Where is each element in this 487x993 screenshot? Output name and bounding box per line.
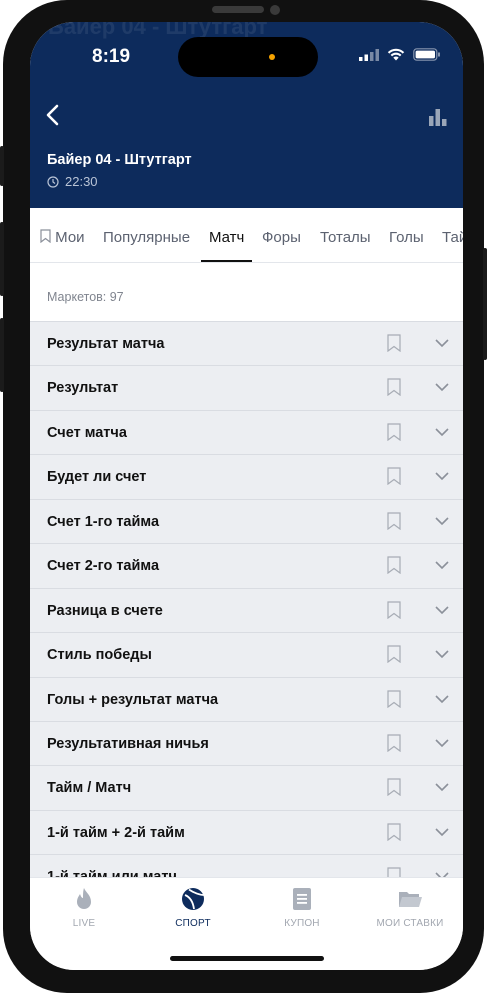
chevron-down-icon[interactable] bbox=[435, 649, 449, 659]
market-row-label: Результат bbox=[47, 380, 119, 396]
chevron-down-icon[interactable] bbox=[435, 382, 449, 392]
battery-icon bbox=[413, 48, 440, 61]
market-row-label: Результат матча bbox=[47, 336, 165, 352]
chevron-down-icon[interactable] bbox=[435, 827, 449, 837]
market-row[interactable]: Разница в счете bbox=[30, 588, 463, 633]
tab-halves[interactable]: Тай bbox=[442, 208, 463, 262]
market-tabs: Мои Популярные Матч Форы Тоталы Голы Тай bbox=[30, 208, 463, 263]
cellular-signal-icon bbox=[359, 48, 379, 61]
market-row[interactable]: Голы + результат матча bbox=[30, 677, 463, 722]
market-row[interactable]: Тайм / Матч bbox=[30, 765, 463, 810]
chevron-down-icon[interactable] bbox=[435, 605, 449, 615]
chevron-down-icon[interactable] bbox=[435, 516, 449, 526]
chevron-down-icon[interactable] bbox=[435, 427, 449, 437]
bookmark-icon[interactable] bbox=[387, 867, 401, 877]
tab-match[interactable]: Матч bbox=[201, 208, 253, 262]
match-time: 22:30 bbox=[47, 174, 98, 189]
chevron-down-icon[interactable] bbox=[435, 560, 449, 570]
chevron-down-icon[interactable] bbox=[435, 471, 449, 481]
wifi-icon bbox=[387, 48, 405, 61]
market-row-label: Счет 1-го тайма bbox=[47, 514, 160, 530]
status-time: 8:19 bbox=[92, 46, 131, 67]
dynamic-island bbox=[178, 37, 318, 77]
bookmark-icon[interactable] bbox=[387, 778, 401, 796]
volume-up-button bbox=[0, 222, 4, 296]
tab-label: Мои bbox=[55, 229, 85, 246]
bookmark-icon bbox=[40, 229, 51, 244]
bookmark-icon[interactable] bbox=[387, 334, 401, 352]
phone-frame: Байер 04 - Штутгарт 8:19 Байер 04 - Штут… bbox=[0, 0, 487, 993]
nav-sport[interactable]: СПОРТ bbox=[143, 886, 243, 929]
bookmark-icon[interactable] bbox=[387, 734, 401, 752]
market-row[interactable]: 1-й тайм + 2-й тайм bbox=[30, 810, 463, 855]
power-button bbox=[483, 248, 487, 360]
nav-live[interactable]: LIVE bbox=[34, 886, 134, 929]
market-row[interactable]: Счет матча bbox=[30, 410, 463, 455]
bookmark-icon[interactable] bbox=[387, 378, 401, 396]
market-row[interactable]: Счет 2-го тайма bbox=[30, 543, 463, 588]
market-list: Результат матча Результат Счет матча Буд… bbox=[30, 321, 463, 877]
tab-popular[interactable]: Популярные bbox=[103, 208, 190, 262]
ball-icon bbox=[182, 888, 205, 910]
bookmark-icon[interactable] bbox=[387, 601, 401, 619]
flame-icon bbox=[77, 888, 91, 909]
market-row-label: 1-й тайм + 2-й тайм bbox=[47, 825, 185, 841]
earpiece-speaker bbox=[212, 6, 264, 13]
tab-totals[interactable]: Тоталы bbox=[320, 208, 371, 262]
market-row-label: 1-й тайм или матч bbox=[47, 869, 177, 877]
mute-switch bbox=[0, 146, 4, 186]
market-row[interactable]: Результативная ничья bbox=[30, 721, 463, 766]
nav-label: LIVE bbox=[72, 918, 96, 929]
market-row-label: Голы + результат матча bbox=[47, 692, 219, 708]
market-row[interactable]: Результат матча bbox=[30, 321, 463, 366]
tab-handicaps[interactable]: Форы bbox=[262, 208, 301, 262]
market-row[interactable]: 1-й тайм или матч bbox=[30, 854, 463, 877]
market-row-label: Результативная ничья bbox=[47, 736, 209, 752]
bar-chart-icon[interactable] bbox=[427, 106, 449, 128]
nav-label: СПОРТ bbox=[175, 918, 211, 929]
bookmark-icon[interactable] bbox=[387, 512, 401, 530]
market-row[interactable]: Стиль победы bbox=[30, 632, 463, 677]
bookmark-icon[interactable] bbox=[387, 690, 401, 708]
chevron-down-icon[interactable] bbox=[435, 782, 449, 792]
match-time-value: 22:30 bbox=[65, 174, 98, 189]
status-icons bbox=[359, 48, 441, 61]
front-camera bbox=[270, 5, 280, 15]
chevron-left-icon[interactable] bbox=[42, 100, 66, 130]
bookmark-icon[interactable] bbox=[387, 823, 401, 841]
market-row-label: Стиль победы bbox=[47, 647, 152, 663]
screen: Байер 04 - Штутгарт 8:19 Байер 04 - Штут… bbox=[30, 22, 463, 970]
tab-goals[interactable]: Голы bbox=[389, 208, 424, 262]
market-row-label: Счет 2-го тайма bbox=[47, 558, 160, 574]
chevron-down-icon[interactable] bbox=[435, 694, 449, 704]
nav-label: КУПОН bbox=[284, 918, 320, 929]
home-indicator[interactable] bbox=[170, 956, 324, 961]
market-row[interactable]: Будет ли счет bbox=[30, 454, 463, 499]
market-row-label: Разница в счете bbox=[47, 603, 163, 619]
bookmark-icon[interactable] bbox=[387, 556, 401, 574]
market-row-label: Тайм / Матч bbox=[47, 780, 132, 796]
volume-down-button bbox=[0, 318, 4, 392]
tab-my[interactable]: Мои bbox=[40, 208, 85, 262]
nav-label: МОИ СТАВКИ bbox=[376, 918, 444, 929]
chevron-down-icon[interactable] bbox=[435, 738, 449, 748]
bookmark-icon[interactable] bbox=[387, 467, 401, 485]
market-row[interactable]: Счет 1-го тайма bbox=[30, 499, 463, 544]
chevron-down-icon[interactable] bbox=[435, 338, 449, 348]
match-title: Байер 04 - Штутгарт bbox=[47, 152, 192, 168]
clock-icon bbox=[47, 175, 59, 188]
privacy-indicator-dot bbox=[269, 54, 275, 60]
folder-icon bbox=[399, 892, 422, 907]
bookmark-icon[interactable] bbox=[387, 645, 401, 663]
nav-coupon[interactable]: КУПОН bbox=[252, 886, 352, 929]
market-row-label: Будет ли счет bbox=[47, 469, 147, 485]
match-header: Байер 04 - Штутгарт 8:19 Байер 04 - Штут… bbox=[30, 22, 463, 208]
coupon-icon bbox=[293, 888, 311, 910]
market-row-label: Счет матча bbox=[47, 425, 127, 441]
bookmark-icon[interactable] bbox=[387, 423, 401, 441]
markets-count: Маркетов: 97 bbox=[47, 290, 124, 304]
market-row[interactable]: Результат bbox=[30, 365, 463, 410]
nav-my-bets[interactable]: МОИ СТАВКИ bbox=[360, 886, 460, 929]
